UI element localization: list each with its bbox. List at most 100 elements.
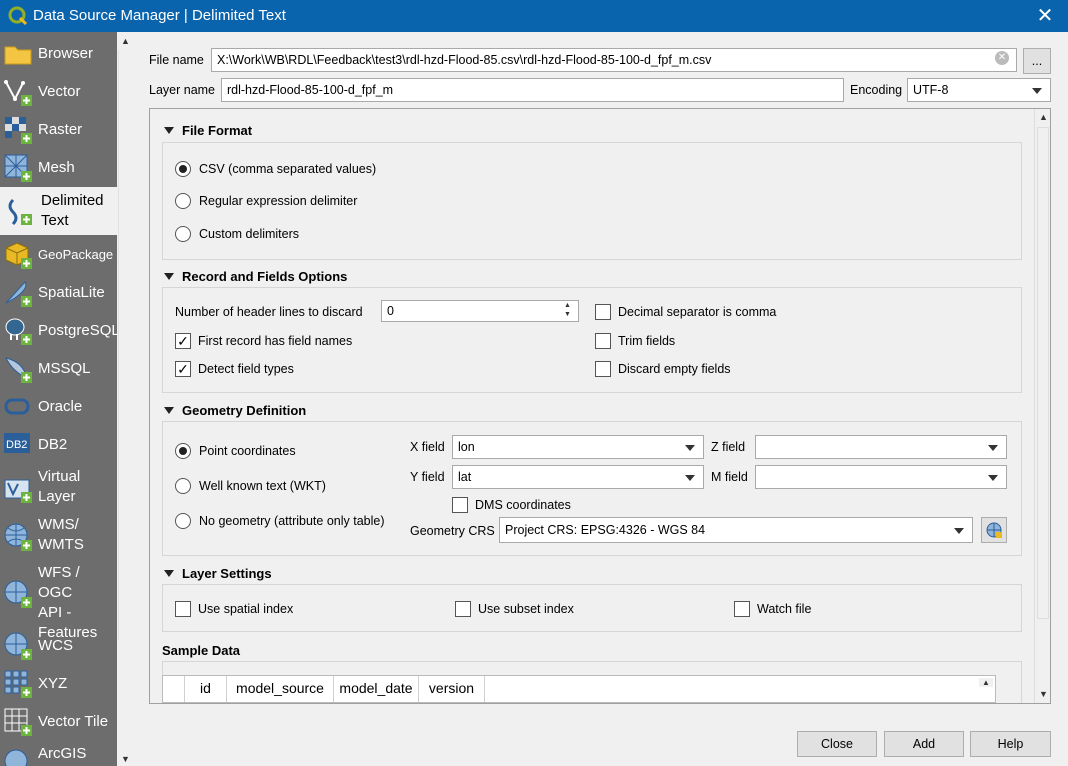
decimal-comma-checkbox[interactable] [595,304,611,320]
m-field-select[interactable] [755,465,1007,489]
browse-button[interactable]: ... [1023,48,1051,74]
vector-tile-icon [4,708,32,736]
watch-file-checkbox[interactable] [734,601,750,617]
spatial-index-label: Use spatial index [198,602,294,616]
window-title: Data Source Manager | Delimited Text [33,7,286,24]
trim-fields-checkbox[interactable] [595,333,611,349]
sidebar-item-vector[interactable]: Vector [0,75,117,107]
file-name-input[interactable]: X:\Work\WB\RDL\Feedback\test3\rdl-hzd-Fl… [211,48,1017,72]
y-field-select[interactable]: lat [452,465,704,489]
section-title: Record and Fields Options [182,269,348,284]
help-button[interactable]: Help [970,731,1051,757]
options-scrollbar[interactable]: ▲ ▼ [1034,109,1050,703]
column-header-model-date[interactable]: model_date [334,676,419,702]
regex-radio[interactable] [175,193,191,209]
close-icon[interactable]: ✕ [1022,0,1068,32]
csv-radio-label: CSV (comma separated values) [199,162,377,176]
custom-delimiters-radio[interactable] [175,226,191,242]
sidebar-scrollbar[interactable]: ▲ ▼ [117,32,133,766]
sidebar-item-label: Virtual Layer [38,468,81,505]
sidebar-item-virtual-layer[interactable]: Virtual Layer [0,464,117,510]
geometry-header[interactable]: Geometry Definition [164,403,306,418]
scroll-up-icon[interactable]: ▲ [121,36,130,46]
column-header-model-source[interactable]: model_source [227,676,334,702]
chevron-down-icon [685,475,695,481]
sample-data-header: Sample Data [162,643,240,658]
chevron-down-icon [954,528,964,534]
scroll-down-icon[interactable]: ▼ [1039,689,1048,699]
sidebar-item-mesh[interactable]: Mesh [0,151,117,183]
oracle-icon [4,398,30,415]
encoding-select[interactable]: UTF-8 [907,78,1051,102]
encoding-value: UTF-8 [913,83,949,97]
first-record-checkbox[interactable]: ✓ [175,333,191,349]
crs-globe-icon [986,522,1002,538]
row-header-corner [163,676,185,702]
sidebar-item-label: Vector [38,83,81,100]
sidebar-item-wcs[interactable]: WCS [0,629,117,661]
detect-types-checkbox[interactable]: ✓ [175,361,191,377]
wkt-label: Well known text (WKT) [199,479,326,493]
xyz-tiles-icon [4,670,32,698]
column-header-id[interactable]: id [185,676,227,702]
collapse-triangle-icon [164,273,174,280]
sidebar-item-wms-wmts[interactable]: WMS/ WMTS [0,512,117,558]
sidebar-item-browser[interactable]: Browser [0,37,117,69]
csv-radio[interactable] [175,161,191,177]
no-geometry-radio[interactable] [175,513,191,529]
z-field-select[interactable] [755,435,1007,459]
scrollbar-thumb[interactable] [118,50,132,640]
scroll-up-icon[interactable]: ▲ [1039,112,1048,122]
close-button[interactable]: Close [797,731,877,757]
sidebar-item-mssql[interactable]: MSSQL [0,352,117,384]
clear-icon[interactable]: ✕ [995,51,1009,65]
sidebar-item-delimited-text[interactable]: Delimited Text [0,187,117,235]
raster-icon [5,117,32,144]
file-format-header[interactable]: File Format [164,123,252,138]
crs-selector-button[interactable] [981,517,1007,543]
subset-index-checkbox[interactable] [455,601,471,617]
sidebar-item-postgresql[interactable]: PostgreSQL [0,314,117,346]
sidebar-item-geopackage[interactable]: GeoPackage [0,238,117,270]
sidebar-item-spatialite[interactable]: SpatiaLite [0,276,117,308]
column-header-version[interactable]: version [419,676,485,702]
chevron-down-icon [988,475,998,481]
db2-icon: DB2 [4,433,30,453]
y-field-label: Y field [410,470,445,484]
table-scroll-up-icon[interactable]: ▲ [979,678,993,687]
sidebar-item-xyz[interactable]: XYZ [0,667,117,699]
record-fields-header[interactable]: Record and Fields Options [164,269,347,284]
spin-arrows-icon[interactable]: ▲ ▼ [564,301,571,319]
dms-checkbox[interactable] [452,497,468,513]
header-lines-spinbox[interactable]: 0 [381,300,579,322]
sidebar-item-label: SpatiaLite [38,284,105,301]
sidebar-item-label: Browser [38,45,94,62]
layer-name-label: Layer name [149,83,216,97]
sidebar-item-db2[interactable]: DB2 DB2 [0,428,117,460]
z-field-label: Z field [711,440,746,454]
x-field-select[interactable]: lon [452,435,704,459]
sidebar-item-oracle[interactable]: Oracle [0,390,117,422]
spatial-index-checkbox[interactable] [175,601,191,617]
custom-delimiters-label: Custom delimiters [199,227,300,241]
layer-settings-header[interactable]: Layer Settings [164,566,272,581]
wkt-radio[interactable] [175,478,191,494]
sidebar-item-vector-tile[interactable]: Vector Tile [0,705,117,737]
sidebar-item-wfs[interactable]: WFS / OGC API - Features [0,562,117,641]
arcgis-globe-icon [4,749,28,766]
sidebar-item-arcgis[interactable]: ArcGIS [0,742,117,766]
discard-empty-checkbox[interactable] [595,361,611,377]
point-coordinates-radio[interactable] [175,443,191,459]
options-scroll-area: File Format CSV (comma separated values)… [149,108,1051,704]
add-button[interactable]: Add [884,731,964,757]
sidebar-item-label: Raster [38,121,83,138]
scrollbar-thumb[interactable] [1037,127,1049,619]
scroll-down-icon[interactable]: ▼ [121,754,130,764]
subset-index-label: Use subset index [478,602,574,616]
sidebar-item-raster[interactable]: Raster [0,113,117,145]
vector-icon [4,80,32,106]
layer-name-input[interactable]: rdl-hzd-Flood-85-100-d_fpf_m [221,78,844,102]
watch-file-label: Watch file [757,602,812,616]
crs-select[interactable]: Project CRS: EPSG:4326 - WGS 84 [499,517,973,543]
delimited-text-icon [8,198,32,226]
